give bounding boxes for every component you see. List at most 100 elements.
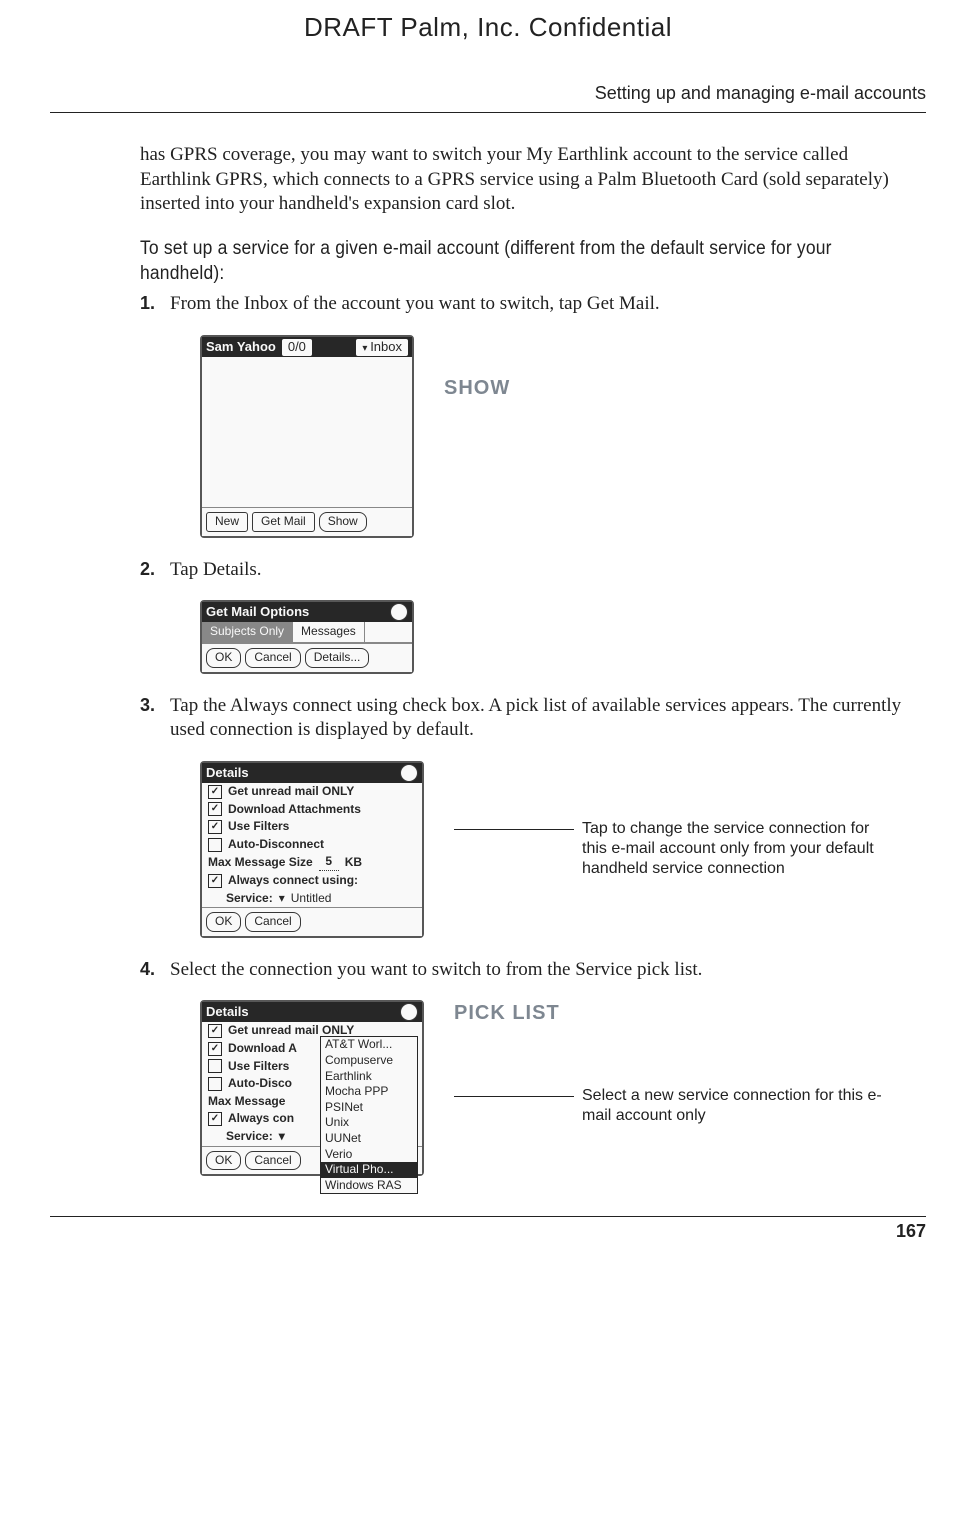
page-number: 167 — [0, 1221, 926, 1242]
row-unread: ✓ Get unread mail ONLY — [202, 783, 422, 801]
details-titlebar: Details i — [202, 763, 422, 783]
info-icon[interactable]: i — [390, 603, 408, 621]
picklist-option[interactable]: Unix — [321, 1115, 417, 1131]
show-callout-label: SHOW — [444, 377, 510, 399]
ok-button[interactable]: OK — [206, 1151, 241, 1171]
step-2: Tap Details. Get Mail Options i Subjects… — [140, 558, 906, 674]
step-1-figure-row: Sam Yahoo 0/0 Inbox New Get Mail Show SH… — [200, 335, 906, 538]
change-service-annotation: Tap to change the service connection for… — [454, 819, 882, 879]
details-button[interactable]: Details... — [305, 648, 370, 668]
footer-rule — [50, 1216, 926, 1217]
checkbox-download[interactable]: ✓ — [208, 1042, 222, 1056]
picklist-option[interactable]: Virtual Pho... — [321, 1162, 417, 1178]
row-always-connect: ✓ Always connect using: — [202, 872, 422, 890]
getmail-button-row: OK Cancel Details... — [202, 643, 412, 672]
picklist-option[interactable]: Mocha PPP — [321, 1084, 417, 1100]
annotation-line — [454, 829, 574, 879]
step-4-text: Select the connection you want to switch… — [170, 959, 702, 980]
get-mail-button[interactable]: Get Mail — [252, 512, 315, 532]
checkbox-always-connect[interactable]: ✓ — [208, 874, 222, 888]
row-max-size: Max Message Size 5 KB — [202, 853, 422, 872]
label-always-connect: Always con — [228, 1111, 294, 1127]
checkbox-auto-disconnect[interactable] — [208, 1077, 222, 1091]
page: DRAFT Palm, Inc. Confidential Setting up… — [0, 0, 976, 1537]
picklist-option[interactable]: Verio — [321, 1147, 417, 1163]
picklist-option[interactable]: Earthlink — [321, 1069, 417, 1085]
step-3-text: Tap the Always connect using check box. … — [170, 695, 901, 741]
label-download: Download Attachments — [228, 802, 361, 818]
tab-messages[interactable]: Messages — [293, 622, 365, 642]
row-filters: ✓ Use Filters — [202, 818, 422, 836]
getmail-titlebar: Get Mail Options i — [202, 602, 412, 622]
picklist-option[interactable]: Compuserve — [321, 1053, 417, 1069]
getmail-tabs: Subjects Only Messages — [202, 622, 412, 643]
label-always-connect: Always connect using: — [228, 873, 358, 889]
new-button[interactable]: New — [206, 512, 248, 532]
inbox-body — [202, 357, 412, 507]
label-max-size: Max Message — [208, 1094, 285, 1110]
info-icon[interactable]: i — [400, 764, 418, 782]
cancel-button[interactable]: Cancel — [245, 912, 300, 932]
row-service: Service: ▾ Untitled — [202, 890, 422, 908]
select-new-annotation: Select a new service connection for this… — [454, 1086, 882, 1126]
ok-button[interactable]: OK — [206, 648, 241, 668]
checkbox-download[interactable]: ✓ — [208, 802, 222, 816]
service-picklist-popup[interactable]: AT&T Worl...CompuserveEarthlinkMocha PPP… — [320, 1036, 418, 1194]
info-icon[interactable]: i — [400, 1003, 418, 1021]
details-button-row: OK Cancel — [202, 907, 422, 936]
chevron-down-icon: ▾ — [279, 891, 285, 907]
picklist-option[interactable]: UUNet — [321, 1131, 417, 1147]
cancel-button[interactable]: Cancel — [245, 1151, 300, 1171]
step-3: Tap the Always connect using check box. … — [140, 694, 906, 938]
annotation-line — [454, 1096, 574, 1126]
draft-header: DRAFT Palm, Inc. Confidential — [0, 0, 976, 61]
label-download: Download A — [228, 1041, 297, 1057]
inbox-count: 0/0 — [282, 339, 312, 356]
inbox-account: Sam Yahoo — [206, 339, 276, 356]
checkbox-unread[interactable]: ✓ — [208, 785, 222, 799]
show-callout: SHOW — [444, 335, 510, 402]
picklist-option[interactable]: AT&T Worl... — [321, 1037, 417, 1053]
step-1-text: From the Inbox of the account you want t… — [170, 293, 660, 314]
label-filters: Use Filters — [228, 819, 289, 835]
step-2-figure-row: Get Mail Options i Subjects Only Message… — [200, 600, 906, 673]
label-unread: Get unread mail ONLY — [228, 784, 354, 800]
label-service: Service: — [226, 891, 273, 907]
procedure-heading: To set up a service for a given e-mail a… — [140, 237, 845, 286]
picklist-option[interactable]: PSINet — [321, 1100, 417, 1116]
inbox-folder-dropdown[interactable]: Inbox — [356, 339, 408, 356]
step-4-annotations: PICK LIST Select a new service connectio… — [454, 1000, 882, 1126]
label-max-unit: KB — [345, 855, 362, 871]
show-button[interactable]: Show — [319, 512, 367, 532]
screenshot-details: Details i ✓ Get unread mail ONLY ✓ Downl… — [200, 761, 424, 938]
getmail-title: Get Mail Options — [206, 604, 309, 621]
step-4: Select the connection you want to switch… — [140, 958, 906, 1176]
steps-list: From the Inbox of the account you want t… — [140, 292, 906, 1176]
label-service: Service: — [226, 1129, 273, 1145]
row-auto-disconnect: Auto-Disconnect — [202, 836, 422, 854]
tab-subjects-only[interactable]: Subjects Only — [202, 622, 293, 642]
row-download: ✓ Download Attachments — [202, 801, 422, 819]
intro-paragraph: has GPRS coverage, you may want to switc… — [140, 143, 906, 217]
step-3-figure-row: Details i ✓ Get unread mail ONLY ✓ Downl… — [200, 761, 906, 938]
cancel-button[interactable]: Cancel — [245, 648, 300, 668]
label-auto-disconnect: Auto-Disconnect — [228, 837, 324, 853]
checkbox-filters[interactable] — [208, 1059, 222, 1073]
label-max-size: Max Message Size — [208, 855, 313, 871]
chevron-down-icon: ▾ — [279, 1129, 285, 1145]
annotation-text-change-service: Tap to change the service connection for… — [582, 819, 882, 879]
checkbox-always-connect[interactable]: ✓ — [208, 1112, 222, 1126]
checkbox-unread[interactable]: ✓ — [208, 1024, 222, 1038]
section-title: Setting up and managing e-mail accounts — [50, 61, 926, 113]
checkbox-auto-disconnect[interactable] — [208, 838, 222, 852]
step-4-figure-row: Details i ✓ Get unread mail ONLY ✓ Downl… — [200, 1000, 906, 1176]
picklist-option[interactable]: Windows RAS — [321, 1178, 417, 1194]
checkbox-filters[interactable]: ✓ — [208, 820, 222, 834]
picklist-title: Details — [206, 1004, 249, 1021]
inbox-titlebar: Sam Yahoo 0/0 Inbox — [202, 337, 412, 357]
ok-button[interactable]: OK — [206, 912, 241, 932]
annotation-text-select-new: Select a new service connection for this… — [582, 1086, 882, 1126]
value-max-size[interactable]: 5 — [319, 854, 339, 871]
value-service[interactable]: Untitled — [291, 891, 332, 907]
step-1: From the Inbox of the account you want t… — [140, 292, 906, 537]
